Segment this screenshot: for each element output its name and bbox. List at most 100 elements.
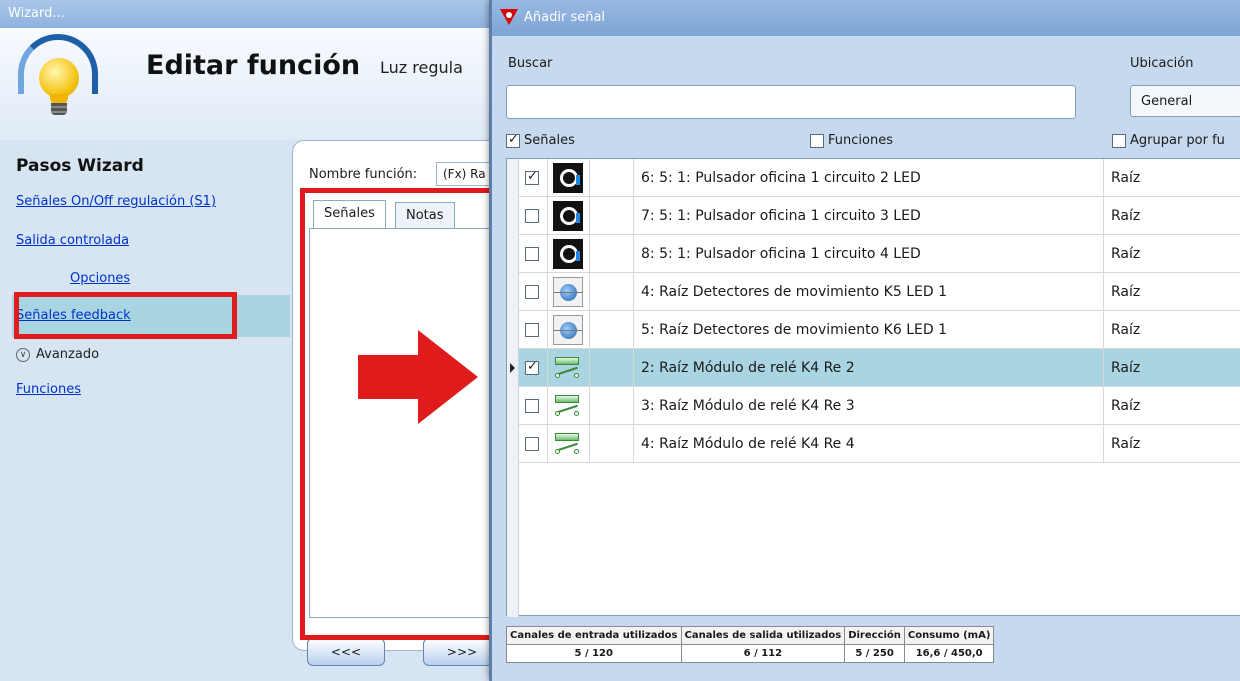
motion-detector-icon <box>551 314 585 346</box>
signal-name: 4: Raíz Módulo de relé K4 Re 4 <box>641 436 855 452</box>
step-functions[interactable]: Funciones <box>16 382 81 397</box>
signal-location: Raíz <box>1111 398 1141 414</box>
signal-name: 8: 5: 1: Pulsador oficina 1 circuito 4 L… <box>641 246 921 262</box>
table-row[interactable]: 8: 5: 1: Pulsador oficina 1 circuito 4 L… <box>507 235 1240 273</box>
highlight-box-tabs <box>390 188 489 233</box>
location-label: Ubicación <box>1130 56 1194 71</box>
page-subtitle: Luz regula <box>380 58 463 77</box>
functions-filter-label: Funciones <box>828 133 893 148</box>
row-checkbox[interactable] <box>525 208 539 223</box>
advanced-toggle[interactable]: ∨ Avanzado <box>16 347 99 362</box>
filter-group[interactable]: Agrupar por fu <box>1112 133 1225 148</box>
red-arrow-head-icon <box>418 330 478 424</box>
row-checkbox[interactable] <box>525 284 539 299</box>
table-row[interactable]: 4: Raíz Módulo de relé K4 Re 4 Raíz <box>507 425 1240 463</box>
row-checkbox[interactable] <box>525 246 539 261</box>
advanced-label: Avanzado <box>36 347 100 362</box>
dialog-titlebar: Añadir señal <box>492 0 1240 36</box>
stat-value-consumption: 16,6 / 450,0 <box>903 644 995 663</box>
wizard-header: Editar función Luz regula <box>0 28 489 140</box>
stat-value-output: 6 / 112 <box>680 644 846 663</box>
function-name-field[interactable]: (Fx) Ra <box>436 162 489 186</box>
signal-location: Raíz <box>1111 246 1141 262</box>
signal-name: 5: Raíz Detectores de movimiento K6 LED … <box>641 322 947 338</box>
signal-location: Raíz <box>1111 322 1141 338</box>
table-row[interactable]: 4: Raíz Detectores de movimiento K5 LED … <box>507 273 1240 311</box>
functions-checkbox[interactable] <box>810 133 824 148</box>
warning-triangle-icon <box>500 9 518 25</box>
stat-header-address: Dirección <box>844 626 905 645</box>
motion-detector-icon <box>551 276 585 308</box>
group-checkbox[interactable] <box>1112 133 1126 148</box>
next-button[interactable]: >>> <box>423 638 489 666</box>
filter-signals[interactable]: Señales <box>506 132 575 148</box>
table-row[interactable]: 6: 5: 1: Pulsador oficina 1 circuito 2 L… <box>507 159 1240 197</box>
relay-icon <box>551 390 585 422</box>
page-title: Editar función <box>146 50 361 81</box>
usage-stats-table: Canales de entrada utilizados Canales de… <box>506 626 995 663</box>
signal-name: 6: 5: 1: Pulsador oficina 1 circuito 2 L… <box>641 170 921 186</box>
filter-functions[interactable]: Funciones <box>810 133 893 148</box>
signal-location: Raíz <box>1111 170 1141 186</box>
row-checkbox[interactable] <box>525 322 539 337</box>
step-controlled-output[interactable]: Salida controlada <box>16 233 129 248</box>
step-options[interactable]: Opciones <box>70 271 130 286</box>
location-select[interactable]: General <box>1130 85 1240 117</box>
pushbutton-icon <box>551 162 585 194</box>
row-header[interactable] <box>507 159 519 197</box>
row-header[interactable] <box>507 387 519 425</box>
pushbutton-icon <box>551 200 585 232</box>
stat-header-input: Canales de entrada utilizados <box>506 626 682 645</box>
table-row[interactable]: 7: 5: 1: Pulsador oficina 1 circuito 3 L… <box>507 197 1240 235</box>
row-checkbox[interactable] <box>525 169 539 185</box>
stat-value-input: 5 / 120 <box>506 644 682 663</box>
row-header[interactable] <box>507 197 519 235</box>
row-checkbox[interactable] <box>525 436 539 451</box>
stat-header-consumption: Consumo (mA) <box>903 626 995 645</box>
signal-location: Raíz <box>1111 284 1141 300</box>
chevron-down-icon: ∨ <box>16 347 30 362</box>
row-header[interactable] <box>507 425 519 463</box>
row-header[interactable] <box>507 235 519 273</box>
signals-checkbox[interactable] <box>506 132 520 148</box>
steps-title: Pasos Wizard <box>16 156 144 176</box>
row-checkbox[interactable] <box>525 359 539 375</box>
signal-name: 7: 5: 1: Pulsador oficina 1 circuito 3 L… <box>641 208 921 224</box>
current-row-marker-icon <box>510 363 515 373</box>
grid-empty-area <box>507 463 519 617</box>
search-input[interactable] <box>506 85 1076 119</box>
light-bulb-icon <box>36 58 82 115</box>
table-row[interactable]: 2: Raíz Módulo de relé K4 Re 2 Raíz <box>507 349 1240 387</box>
function-name-label: Nombre función: <box>309 167 418 182</box>
signal-name: 4: Raíz Detectores de movimiento K5 LED … <box>641 284 947 300</box>
row-header[interactable] <box>507 273 519 311</box>
table-row[interactable]: 3: Raíz Módulo de relé K4 Re 3 Raíz <box>507 387 1240 425</box>
stat-header-output: Canales de salida utilizados <box>680 626 846 645</box>
add-signal-dialog: Añadir señal Buscar Ubicación General Se… <box>490 0 1240 681</box>
signal-name: 2: Raíz Módulo de relé K4 Re 2 <box>641 360 855 376</box>
signals-grid: 6: 5: 1: Pulsador oficina 1 circuito 2 L… <box>506 158 1240 617</box>
pushbutton-icon <box>551 238 585 270</box>
relay-icon <box>551 352 585 384</box>
row-header[interactable] <box>507 311 519 349</box>
back-button[interactable]: <<< <box>307 638 385 666</box>
row-header[interactable] <box>507 349 519 387</box>
signals-filter-label: Señales <box>524 133 575 148</box>
step-onoff-signals[interactable]: Señales On/Off regulación (S1) <box>16 194 216 209</box>
stat-value-address: 5 / 250 <box>844 644 905 663</box>
search-label: Buscar <box>508 56 553 71</box>
dialog-title: Añadir señal <box>524 10 606 25</box>
red-arrow-icon <box>358 355 420 399</box>
signal-location: Raíz <box>1111 436 1141 452</box>
wizard-steps: Pasos Wizard Señales On/Off regulación (… <box>0 140 290 681</box>
relay-icon <box>551 428 585 460</box>
signal-location: Raíz <box>1111 360 1141 376</box>
group-filter-label: Agrupar por fu <box>1130 133 1225 148</box>
table-row[interactable]: 5: Raíz Detectores de movimiento K6 LED … <box>507 311 1240 349</box>
row-checkbox[interactable] <box>525 398 539 413</box>
signal-name: 3: Raíz Módulo de relé K4 Re 3 <box>641 398 855 414</box>
wizard-titlebar: Wizard... <box>0 0 489 28</box>
signal-location: Raíz <box>1111 208 1141 224</box>
wizard-window: Wizard... Editar función Luz regula Paso… <box>0 0 490 681</box>
highlight-box-feedback <box>14 292 237 339</box>
